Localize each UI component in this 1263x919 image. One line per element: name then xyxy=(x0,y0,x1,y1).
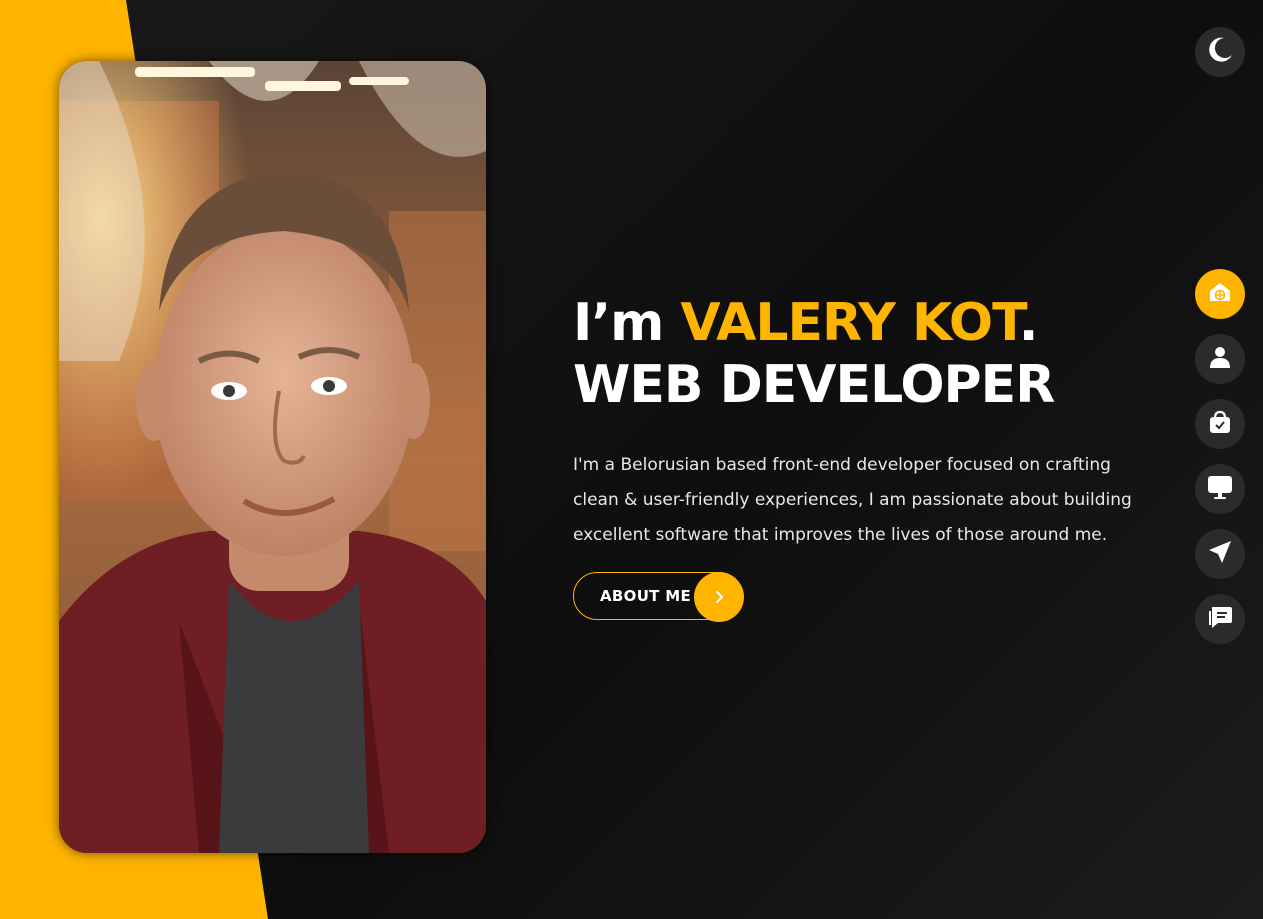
chat-icon xyxy=(1206,603,1234,636)
chevron-right-icon xyxy=(694,572,744,622)
nav-item-about[interactable] xyxy=(1195,334,1245,384)
greeting-text: I’m xyxy=(573,293,681,353)
about-me-label: ABOUT ME xyxy=(600,587,692,605)
profile-photo xyxy=(59,61,486,853)
nav-item-services[interactable] xyxy=(1195,464,1245,514)
period-text: . xyxy=(1018,293,1039,353)
about-me-button[interactable]: ABOUT ME xyxy=(573,572,744,622)
user-icon xyxy=(1207,344,1233,375)
nav-item-portfolio[interactable] xyxy=(1195,399,1245,449)
home-icon xyxy=(1207,279,1233,310)
monitor-icon xyxy=(1206,473,1234,506)
nav-item-blog[interactable] xyxy=(1195,594,1245,644)
moon-icon xyxy=(1205,35,1235,70)
hero-description: I'm a Belorusian based front-end develop… xyxy=(573,455,1132,545)
paper-plane-icon xyxy=(1207,539,1233,570)
hero-section: I’m VALERY KOT. WEB DEVELOPER I'm a Belor… xyxy=(573,292,1153,553)
hero-heading: I’m VALERY KOT. WEB DEVELOPER xyxy=(573,292,1153,416)
role-text: WEB DEVELOPER xyxy=(573,355,1055,415)
briefcase-icon xyxy=(1207,409,1233,440)
page: I’m VALERY KOT. WEB DEVELOPER I'm a Belor… xyxy=(0,0,1263,919)
side-nav xyxy=(1195,269,1245,659)
theme-toggle-button[interactable] xyxy=(1195,27,1245,77)
nav-item-home[interactable] xyxy=(1195,269,1245,319)
name-text: VALERY KOT xyxy=(680,293,1019,353)
nav-item-contact[interactable] xyxy=(1195,529,1245,579)
